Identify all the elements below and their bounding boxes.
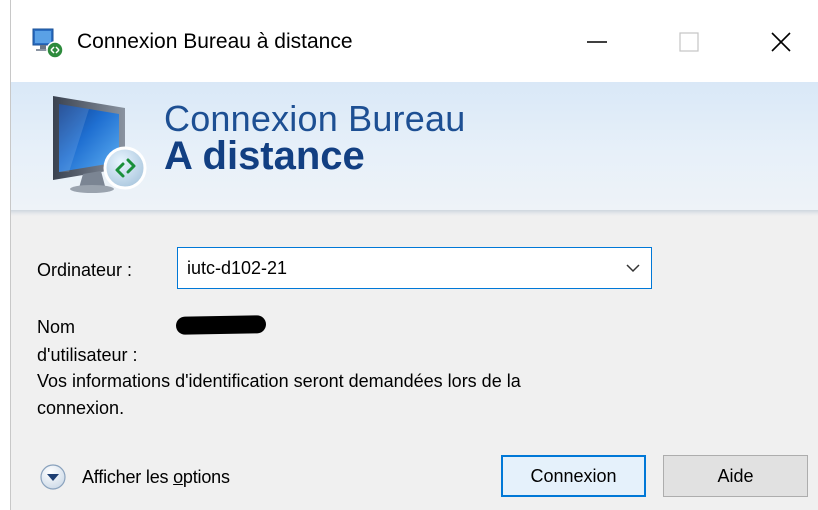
window-title: Connexion Bureau à distance — [77, 30, 353, 53]
show-options-accelerator: o — [173, 466, 183, 487]
remote-desktop-app-icon — [32, 28, 64, 59]
close-button[interactable] — [751, 18, 811, 66]
maximize-icon — [679, 32, 699, 52]
credentials-info-line1: Vos informations d'identification seront… — [37, 371, 521, 391]
show-options-toggle[interactable]: Afficher les options — [39, 460, 230, 494]
minimize-icon — [587, 41, 607, 43]
minimize-button[interactable] — [567, 18, 627, 66]
computer-input[interactable]: iutc-d102-21 — [187, 258, 287, 279]
close-icon — [771, 32, 791, 52]
computer-combobox[interactable]: iutc-d102-21 — [177, 247, 652, 289]
expand-options-icon[interactable] — [39, 463, 67, 491]
show-options-label-pre: Afficher les — [82, 466, 174, 487]
show-options-label-post: ptions — [182, 466, 230, 487]
connect-button[interactable]: Connexion — [501, 455, 646, 497]
banner-divider — [11, 210, 818, 216]
title-bar[interactable]: Connexion Bureau à distance — [11, 0, 818, 82]
rdp-window: Connexion Bureau à distance Connexion Bu… — [10, 0, 818, 510]
show-options-label[interactable]: Afficher les options — [82, 467, 230, 488]
help-button[interactable]: Aide — [663, 455, 808, 497]
monitor-connection-icon — [53, 96, 147, 193]
redacted-username — [175, 315, 267, 335]
username-label-line1: Nom — [37, 317, 76, 337]
computer-label: Ordinateur : — [37, 260, 133, 280]
banner-title-line2: A distance — [164, 134, 365, 178]
maximize-button[interactable] — [659, 18, 719, 66]
credentials-info-line2: connexion. — [37, 398, 125, 418]
chevron-down-icon[interactable] — [625, 262, 641, 274]
header-banner: Connexion Bureau A distance — [11, 82, 818, 210]
username-label-line2: d'utilisateur : — [37, 345, 138, 365]
